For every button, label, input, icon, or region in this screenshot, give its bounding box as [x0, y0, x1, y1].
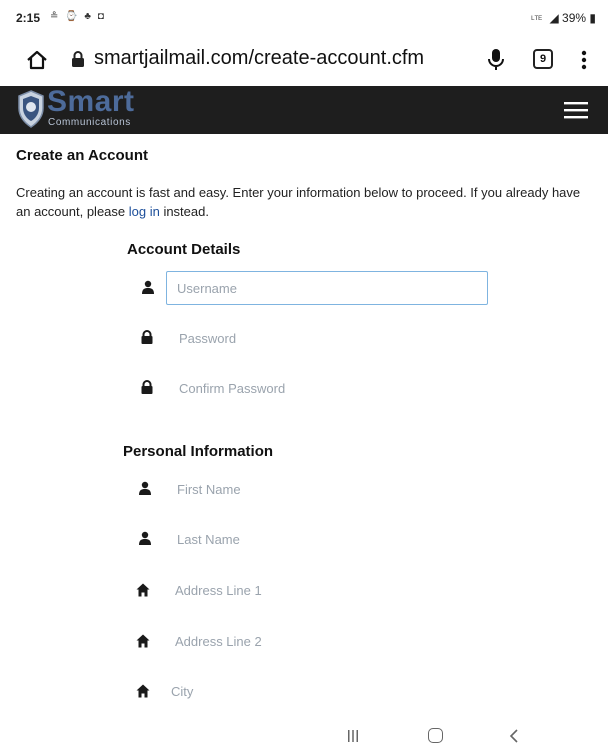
- address-line-1-row: [136, 573, 488, 607]
- last-name-row: [136, 522, 488, 556]
- lock-icon: [72, 51, 84, 67]
- home-icon: [136, 583, 150, 597]
- login-link[interactable]: log in: [129, 204, 160, 219]
- address-line-1-input[interactable]: [164, 573, 486, 607]
- battery-level: 39%: [562, 11, 587, 25]
- first-name-input[interactable]: [166, 472, 486, 506]
- home-icon: [136, 634, 150, 648]
- intro-text: Creating an account is fast and easy. En…: [16, 183, 586, 221]
- logo-subtitle: Communications: [48, 117, 131, 128]
- intro-text-end: instead.: [159, 204, 209, 219]
- username-row: [138, 271, 490, 305]
- nav-home-icon[interactable]: [428, 728, 443, 743]
- back-icon[interactable]: [509, 728, 519, 744]
- password-row: [138, 321, 490, 355]
- home-icon[interactable]: [26, 49, 48, 71]
- browser-toolbar: smartjailmail.com/create-account.cfm 9: [0, 36, 608, 84]
- site-header: Smart Communications: [0, 86, 608, 134]
- personal-information-title: Personal Information: [123, 443, 274, 460]
- home-icon: [136, 684, 150, 698]
- city-input[interactable]: [160, 674, 486, 708]
- tabs-count-button[interactable]: 9: [533, 49, 553, 69]
- android-nav-bar: [0, 722, 608, 750]
- status-right: ᴸᵀᴱ ◢ 39% ▮: [531, 11, 596, 25]
- url-field[interactable]: smartjailmail.com/create-account.cfm: [94, 47, 424, 70]
- status-bar: 2:15 ≗ ⌚ ♣ ◘ ᴸᵀᴱ ◢ 39% ▮: [0, 0, 608, 34]
- user-icon: [139, 531, 151, 545]
- lock-icon: [141, 380, 153, 394]
- address-line-2-row: [136, 624, 488, 658]
- user-icon: [139, 481, 151, 495]
- microphone-icon[interactable]: [487, 48, 505, 72]
- last-name-input[interactable]: [166, 522, 486, 556]
- confirm-password-input[interactable]: [168, 371, 488, 405]
- lock-icon: [141, 330, 153, 344]
- recent-apps-icon[interactable]: [346, 729, 360, 743]
- signal-icon: ◢: [549, 11, 563, 25]
- user-icon: [142, 280, 154, 294]
- address-line-2-input[interactable]: [164, 624, 486, 658]
- notification-icons: ≗ ⌚ ♣ ◘: [50, 11, 106, 22]
- network-icon: ᴸᵀᴱ: [531, 14, 543, 24]
- page-title: Create an Account: [16, 147, 148, 164]
- logo-wordmark[interactable]: Smart: [47, 87, 135, 117]
- more-options-icon[interactable]: [578, 48, 590, 72]
- first-name-row: [136, 472, 488, 506]
- account-details-title: Account Details: [127, 241, 241, 258]
- logo-emblem-icon[interactable]: [16, 89, 46, 129]
- username-input[interactable]: [166, 271, 488, 305]
- intro-text-start: Creating an account is fast and easy. En…: [16, 185, 581, 219]
- confirm-password-row: [138, 371, 490, 405]
- status-time: 2:15: [16, 11, 41, 25]
- battery-icon: ▮: [589, 11, 596, 25]
- hamburger-menu-icon[interactable]: [564, 101, 588, 119]
- password-input[interactable]: [168, 321, 488, 355]
- city-row: [136, 674, 488, 708]
